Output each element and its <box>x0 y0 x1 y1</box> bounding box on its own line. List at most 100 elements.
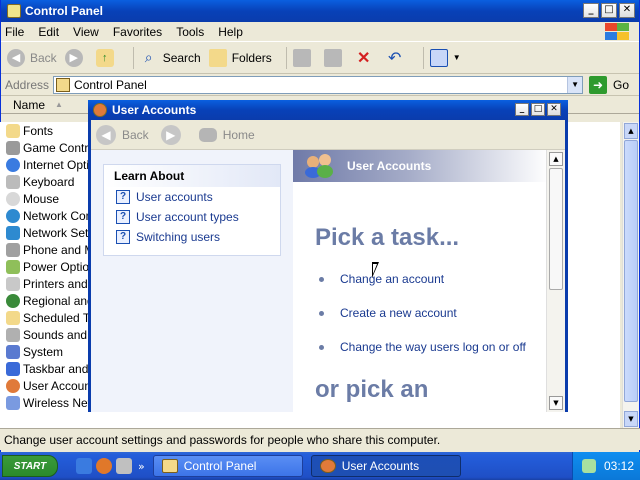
maximize-button[interactable]: □ <box>531 103 545 116</box>
tray-network-icon[interactable] <box>581 459 596 473</box>
up-folder-button[interactable]: ↑ <box>95 48 119 67</box>
window-title: Control Panel <box>25 4 104 18</box>
scroll-up-icon[interactable]: ▲ <box>549 152 563 166</box>
home-button[interactable]: Home <box>198 127 255 142</box>
scroll-up-icon[interactable]: ▲ <box>624 123 638 139</box>
delete-x-icon: ✕ <box>357 49 371 67</box>
learn-link-user-accounts[interactable]: ? User accounts <box>104 187 280 207</box>
list-item[interactable]: Network Connections <box>0 207 96 224</box>
menu-file[interactable]: File <box>5 25 24 39</box>
close-button[interactable]: ✕ <box>619 3 635 18</box>
item-label: Mouse <box>23 191 60 206</box>
task-pane: User Accounts Pick a task... Change an a… <box>293 150 549 412</box>
list-item[interactable]: Power Options <box>0 258 96 275</box>
menu-edit[interactable]: Edit <box>38 25 59 39</box>
show-desktop-icon[interactable] <box>76 458 92 474</box>
control-panel-scrollbar[interactable]: ▲ ▼ <box>622 122 639 428</box>
toolbar-separator <box>132 46 134 69</box>
list-item[interactable]: Printers and Faxes <box>0 275 96 292</box>
list-item[interactable]: Internet Options <box>0 156 96 173</box>
search-icon: ⌕ <box>144 49 153 65</box>
scroll-down-icon[interactable]: ▼ <box>549 396 563 410</box>
learn-about-box: Learn About ? User accounts ? User accou… <box>103 164 281 256</box>
mouse-icon <box>6 191 20 206</box>
search-button[interactable]: ⌕ Search <box>140 49 201 67</box>
move-to-icon <box>292 48 311 67</box>
menu-help[interactable]: Help <box>218 25 243 39</box>
item-label: Network Setup Wizard <box>23 225 96 240</box>
list-item[interactable]: Sounds and Audio Devices <box>0 326 96 343</box>
delete-button[interactable]: ✕ <box>355 49 378 67</box>
user-accounts-titlebar[interactable]: User Accounts _ □ ✕ <box>88 100 568 120</box>
status-text: Change user account settings and passwor… <box>4 432 441 447</box>
taskbar-button-label: User Accounts <box>341 459 420 473</box>
learn-link-account-types[interactable]: ? User account types <box>104 207 280 227</box>
list-item[interactable]: User Accounts <box>0 377 96 394</box>
minimize-button[interactable]: _ <box>583 3 599 18</box>
forward-arrow-icon: ▶ <box>64 48 83 67</box>
back-button[interactable]: ◀ Back <box>96 124 149 145</box>
menu-favorites[interactable]: Favorites <box>113 25 162 39</box>
list-item[interactable]: Taskbar and Start Menu <box>0 360 96 377</box>
item-label: Printers and Faxes <box>23 276 96 291</box>
minimize-button[interactable]: _ <box>515 103 529 116</box>
list-item[interactable]: Game Controllers <box>0 139 96 156</box>
taskbar-button-label: Control Panel <box>183 459 257 473</box>
list-item[interactable]: System <box>0 343 96 360</box>
maximize-button[interactable]: □ <box>601 3 617 18</box>
close-button[interactable]: ✕ <box>547 103 561 116</box>
forward-button[interactable]: ▶ <box>160 124 187 145</box>
list-item[interactable]: Network Setup Wizard <box>0 224 96 241</box>
menu-tools[interactable]: Tools <box>176 25 204 39</box>
task-change-logon[interactable]: Change the way users log on or off <box>319 340 526 354</box>
firefox-icon[interactable] <box>96 458 112 474</box>
learn-about-pane: Learn About ? User accounts ? User accou… <box>91 150 293 412</box>
address-value: Control Panel <box>74 77 147 92</box>
address-bar: Address Control Panel ▼ ➜ Go <box>1 74 639 96</box>
item-label: Internet Options <box>23 157 96 172</box>
scroll-down-icon[interactable]: ▼ <box>624 411 638 427</box>
home-label: Home <box>222 127 255 142</box>
forward-button[interactable]: ▶ <box>64 48 88 67</box>
media-icon[interactable] <box>116 458 132 474</box>
menu-view[interactable]: View <box>73 25 99 39</box>
list-item[interactable]: Scheduled Tasks <box>0 309 96 326</box>
list-item[interactable]: Regional and Language Options <box>0 292 96 309</box>
move-to-button[interactable] <box>292 48 316 67</box>
internet-options-icon <box>6 157 20 172</box>
undo-button[interactable]: ↶ <box>386 49 409 67</box>
list-item[interactable]: Phone and Modem Options <box>0 241 96 258</box>
folders-button[interactable]: Folders <box>208 48 272 67</box>
scroll-thumb[interactable] <box>549 168 563 290</box>
item-label: Phone and Modem Options <box>23 242 96 257</box>
control-panel-titlebar[interactable]: Control Panel _ □ ✕ <box>1 0 639 22</box>
user-accounts-icon <box>6 378 20 393</box>
user-accounts-scrollbar[interactable]: ▲ ▼ <box>546 150 565 412</box>
list-item[interactable]: Mouse <box>0 190 96 207</box>
copy-to-button[interactable] <box>323 48 347 67</box>
taskbar-button-control-panel[interactable]: Control Panel <box>152 455 303 477</box>
scroll-thumb[interactable] <box>624 140 638 402</box>
keyboard-icon <box>6 174 20 189</box>
task-label: Change an account <box>340 272 445 286</box>
list-item[interactable]: Keyboard <box>0 173 96 190</box>
learn-link-switching-users[interactable]: ? Switching users <box>104 227 280 247</box>
list-item[interactable]: Wireless Network Setup Wizard <box>0 394 96 411</box>
address-input[interactable]: Control Panel ▼ <box>53 75 584 94</box>
system-tray: 03:12 <box>572 452 640 480</box>
task-change-account[interactable]: Change an account <box>319 272 444 286</box>
user-accounts-nav: ◀ Back ▶ Home <box>91 120 565 150</box>
go-button[interactable]: ➜ Go <box>589 75 629 94</box>
back-button[interactable]: ◀ Back <box>7 48 57 67</box>
task-create-account[interactable]: Create a new account <box>319 306 457 320</box>
clock[interactable]: 03:12 <box>604 459 634 473</box>
bullet-icon <box>319 276 324 282</box>
pick-icon-heading: or pick an <box>315 376 429 403</box>
list-item[interactable]: Fonts <box>0 122 96 139</box>
start-button[interactable]: START <box>2 455 58 477</box>
chevron-right-icon[interactable]: » <box>138 460 145 473</box>
undo-icon: ↶ <box>388 49 402 67</box>
address-dropdown-icon[interactable]: ▼ <box>567 76 583 93</box>
views-button[interactable]: ▼ <box>429 48 461 67</box>
taskbar-button-user-accounts[interactable]: User Accounts <box>310 455 461 477</box>
